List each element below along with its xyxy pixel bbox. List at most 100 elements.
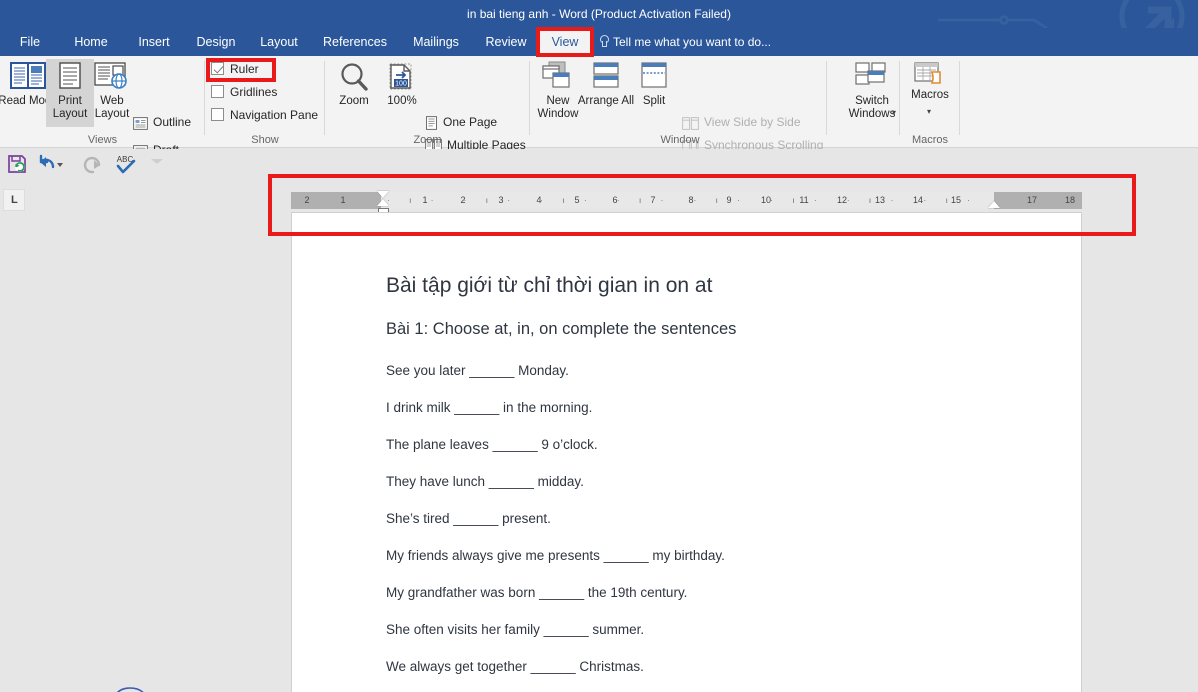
ruler-minor-ticks-left (291, 192, 381, 209)
chevron-down-icon[interactable]: ▾ (927, 107, 931, 116)
document-workspace: L 2 1 1 2 3 4 5 6 7 8 9 10 11 12 13 14 1… (0, 181, 1198, 692)
ribbon-group-macros: Macros ▾ Macros (900, 56, 960, 148)
switch-windows-button[interactable]: Switch Windows ▾ (842, 59, 902, 127)
tab-references[interactable]: References (314, 28, 396, 56)
arrange-all-icon (593, 62, 619, 88)
gridlines-label: Gridlines (230, 85, 278, 99)
ribbon-tab-strip: File Home Insert Design Layout Reference… (0, 28, 1198, 56)
ribbon-group-views: Read Mode Print Layout Web Layout Outlin… (0, 56, 205, 158)
chevron-down-icon[interactable]: ▾ (892, 108, 896, 117)
window-title: in bai tieng anh - Word (Product Activat… (467, 7, 731, 21)
title-bar: in bai tieng anh - Word (Product Activat… (0, 0, 1198, 28)
tab-mailings[interactable]: Mailings (402, 28, 470, 56)
one-page-icon (426, 116, 437, 130)
ribbon-group-zoom: Zoom 100 100% One Page Multiple Pages Zo… (325, 56, 530, 176)
show-group-label: Show (251, 134, 279, 146)
person-laptop-icon (116, 687, 144, 692)
tab-review[interactable]: Review (478, 28, 534, 56)
macros-label: Macros (911, 89, 949, 101)
outline-icon (133, 117, 148, 130)
window-group-label: Window (660, 134, 700, 146)
right-indent-marker[interactable] (988, 201, 1000, 208)
ruler-tick-3: 3 (498, 195, 504, 205)
thuthuatoffice-watermark: ThuthuatOffice TRI KY CUA DAN CONG SO (50, 676, 210, 692)
tab-insert[interactable]: Insert (128, 28, 180, 56)
magnifier-icon (341, 63, 368, 91)
ruler-label: Ruler (230, 62, 259, 76)
gridlines-checkbox-row[interactable]: Gridlines (211, 81, 277, 103)
web-layout-button[interactable]: Web Layout (88, 59, 136, 127)
gridlines-checkbox[interactable] (211, 85, 224, 98)
document-subtitle: Bài 1: Choose at, in, on complete the se… (386, 320, 737, 338)
zoom-button[interactable]: Zoom (330, 59, 378, 127)
quick-access-toolbar: ABC (0, 149, 1198, 181)
tab-stop-label: L (11, 194, 18, 206)
ruler-tick-18: 18 (1064, 195, 1075, 205)
split-button[interactable]: Split (630, 59, 678, 127)
navigation-pane-checkbox[interactable] (211, 108, 224, 121)
view-side-by-side-button[interactable]: View Side by Side (682, 112, 801, 133)
tab-view[interactable]: View (540, 28, 590, 56)
document-line-8: She often visits her family ______ summe… (386, 622, 645, 637)
tab-file[interactable]: File (8, 28, 52, 56)
word-window: in bai tieng anh - Word (Product Activat… (0, 0, 1198, 692)
document-line-5: She’s tired ______ present. (386, 511, 551, 526)
ribbon-group-window: New Window Arrange All Split View Side b… (530, 56, 902, 176)
zoom-100-button[interactable]: 100 100% (378, 59, 426, 127)
redo-icon[interactable] (82, 153, 106, 177)
first-line-indent-marker[interactable] (377, 191, 389, 198)
macros-button[interactable]: Macros ▾ (906, 59, 954, 127)
undo-icon[interactable] (38, 153, 72, 177)
navigation-pane-checkbox-row[interactable]: Navigation Pane (211, 104, 318, 126)
one-page-button[interactable]: One Page (425, 112, 497, 133)
document-line-7: My grandfather was born ______ the 19th … (386, 585, 688, 600)
document-page[interactable]: Bài tập giới từ chỉ thời gian in on at B… (291, 212, 1082, 692)
new-window-icon (542, 61, 570, 88)
ruler-tick-6: 6 (612, 195, 618, 205)
switch-windows-icon (855, 62, 886, 85)
tell-me-label: Tell me what you want to do... (613, 35, 772, 49)
ruler-tick-1: 1 (422, 195, 428, 205)
lightbulb-icon (598, 35, 609, 48)
group-separator (959, 61, 960, 135)
arrange-all-button[interactable]: Arrange All (578, 59, 634, 127)
ribbon-group-show: Ruler Gridlines Navigation Pane Show (205, 56, 325, 148)
read-mode-icon (10, 62, 46, 89)
document-title: Bài tập giới từ chỉ thời gian in on at (386, 274, 713, 297)
macros-icon (914, 62, 941, 84)
tell-me-box[interactable]: Tell me what you want to do... (598, 28, 771, 56)
document-line-6: My friends always give me presents _____… (386, 548, 725, 563)
ruler-checkbox-row[interactable]: Ruler (211, 58, 259, 80)
svg-text:100: 100 (395, 81, 407, 88)
ruler-tick-14: 14 (912, 195, 923, 205)
views-group-label: Views (87, 134, 118, 146)
macros-group-label: Macros (911, 134, 949, 146)
ruler-tick-11: 11 (799, 195, 809, 205)
ruler-tick-10: 10 (760, 195, 771, 205)
document-line-1: See you later ______ Monday. (386, 363, 569, 378)
tab-layout[interactable]: Layout (252, 28, 306, 56)
ruler-tick-17: 17 (1026, 195, 1037, 205)
save-icon[interactable] (6, 153, 30, 177)
zoom-group-label: Zoom (413, 134, 442, 146)
customize-quick-access-toolbar-icon[interactable] (148, 153, 172, 177)
ruler-tick-13: 13 (874, 195, 885, 205)
outline-button[interactable]: Outline (133, 112, 191, 133)
ruler-tick-4: 4 (536, 195, 542, 205)
tab-design[interactable]: Design (188, 28, 244, 56)
hanging-indent-marker[interactable] (377, 199, 389, 206)
tab-home[interactable]: Home (62, 28, 120, 56)
zoom-100-label: 100% (387, 95, 417, 107)
outline-label: Outline (153, 115, 192, 129)
ruler-tick-7: 7 (650, 195, 656, 205)
new-window-button[interactable]: New Window (534, 59, 582, 127)
print-layout-icon (59, 62, 81, 89)
horizontal-ruler[interactable]: 2 1 1 2 3 4 5 6 7 8 9 10 11 12 13 14 15 … (291, 191, 1082, 216)
one-page-label: One Page (443, 115, 498, 129)
ribbon: Read Mode Print Layout Web Layout Outlin… (0, 56, 1198, 176)
tab-stop-selector[interactable]: L (3, 189, 25, 211)
spelling-icon[interactable]: ABC (114, 153, 138, 177)
group-inner-separator (826, 61, 827, 135)
ruler-tick-8: 8 (688, 195, 694, 205)
ruler-checkbox[interactable] (211, 62, 224, 75)
